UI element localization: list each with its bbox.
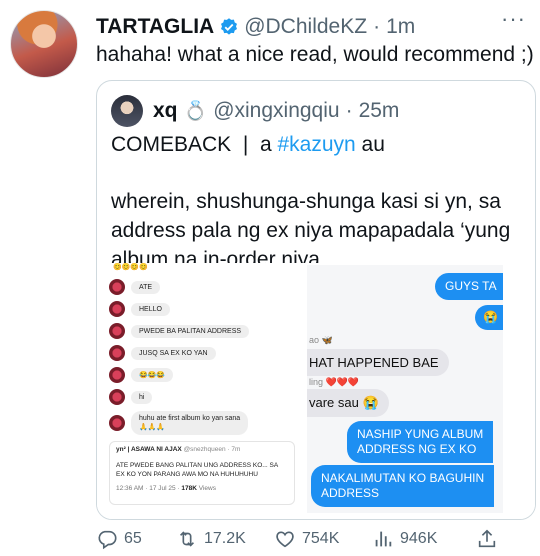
chat-bubble: HELLO <box>131 302 170 316</box>
chat-screenshot-left[interactable]: 😊😊😊😊 ATE HELLO PWEDE BA PALITAN ADDRESS … <box>105 263 301 513</box>
tweet-time[interactable]: 1m <box>386 15 415 39</box>
retweet-count: 17.2K <box>204 530 246 547</box>
title-prefix: COMEBACK | a <box>111 133 278 156</box>
reply-count: 65 <box>124 530 142 547</box>
embedded-author-name: yn² | ASAWA NI AJAX <box>116 446 182 453</box>
chat-message: 😂😂😂 <box>109 367 174 383</box>
chat-bubble: JUSQ SA EX KO YAN <box>131 346 216 360</box>
chat-bubble: PWEDE BA PALITAN ADDRESS <box>131 324 250 338</box>
chat-message: ATE <box>109 279 161 295</box>
quoted-tweet[interactable]: xq 💍 @xingxingqiu · 25m COMEBACK | a #ka… <box>96 80 536 520</box>
sender-label: ling ❤️❤️❤️ <box>309 377 360 387</box>
separator-dot: · <box>373 15 381 38</box>
views-count: 946K <box>400 530 438 547</box>
author-name[interactable]: TARTAGLIA <box>96 15 214 39</box>
tweet-text: hahaha! what a nice read, would recommen… <box>96 43 534 66</box>
chat-message: HELLO <box>109 301 170 317</box>
share-icon <box>478 529 496 548</box>
heart-icon <box>276 531 294 548</box>
separator-dot: · <box>345 99 353 122</box>
chat-message: PWEDE BA PALITAN ADDRESS <box>109 323 250 339</box>
views-chart-icon <box>375 531 392 547</box>
embedded-tweet-card: yn² | ASAWA NI AJAX @snezhqueen · 7m ATE… <box>109 441 295 505</box>
quoted-tweet-media[interactable]: 😊😊😊😊 ATE HELLO PWEDE BA PALITAN ADDRESS … <box>97 263 535 519</box>
quoted-author-handle[interactable]: @xingxingqiu <box>213 99 339 123</box>
embedded-tweet-meta: 12:36 AM · 17 Jul 25 · 178K Views <box>116 485 288 492</box>
views-button[interactable]: 946K <box>372 528 476 550</box>
tweet-actions: 65 17.2K 754K 946K <box>96 526 536 552</box>
sender-avatar <box>109 323 125 339</box>
title-suffix: au <box>355 133 385 156</box>
chat-bubble: ATE <box>131 280 161 294</box>
embedded-tweet-text: ATE PWEDE BANG PALITAN UNG ADDRESS KO...… <box>116 462 278 478</box>
tweet: TARTAGLIA @DChildeKZ · 1m ··· hahaha! wh… <box>0 0 540 556</box>
embedded-views-label: Views <box>196 485 216 492</box>
quoted-tweet-title: COMEBACK | a #kazuyn au <box>111 131 385 159</box>
more-options-icon[interactable]: ··· <box>501 6 526 32</box>
chat-screenshot-right[interactable]: GUYS TA 😭 ao 🦋 HAT HAPPENED BAE ling ❤️❤… <box>307 265 503 513</box>
author-avatar[interactable] <box>10 10 78 78</box>
sender-avatar <box>109 279 125 295</box>
tweet-header: TARTAGLIA @DChildeKZ · 1m <box>96 14 530 40</box>
sender-avatar <box>109 389 125 405</box>
sender-avatar <box>109 415 125 431</box>
retweet-button[interactable]: 17.2K <box>176 528 274 550</box>
hashtag-link[interactable]: #kazuyn <box>278 133 356 156</box>
chat-bubble: hi <box>131 390 153 404</box>
chat-bubble-sent: NAKALIMUTAN KO BAGUHIN ADDRESS <box>311 465 495 507</box>
top-emojis: 😊😊😊😊 <box>113 264 148 271</box>
like-button[interactable]: 754K <box>274 528 372 550</box>
quoted-tweet-text: wherein, shushunga-shunga kasi si yn, sa… <box>111 190 511 271</box>
quoted-tweet-header: xq 💍 @xingxingqiu · 25m <box>111 95 400 127</box>
sender-avatar <box>109 301 125 317</box>
quoted-author-avatar[interactable] <box>111 95 143 127</box>
chat-bubble-sent: 😭 <box>475 305 503 330</box>
chat-bubble: 😂😂😂 <box>131 368 174 382</box>
like-count: 754K <box>302 530 340 547</box>
sender-avatar <box>109 345 125 361</box>
sender-label: ao 🦋 <box>309 335 333 345</box>
embedded-author-handle: @snezhqueen · 7m <box>183 446 241 453</box>
chat-bubble-sent: NASHIP YUNG ALBUM ADDRESS NG EX KO <box>347 421 494 463</box>
verified-badge-icon <box>221 18 238 35</box>
ring-emoji: 💍 <box>183 101 208 122</box>
chat-bubble-sent: GUYS TA <box>435 273 503 300</box>
reply-button[interactable]: 65 <box>96 528 176 550</box>
quoted-author-name[interactable]: xq <box>153 99 178 123</box>
share-button[interactable] <box>476 528 504 550</box>
chat-message: hi <box>109 389 153 405</box>
chat-message: JUSQ SA EX KO YAN <box>109 345 216 361</box>
sender-avatar <box>109 367 125 383</box>
chat-bubble-received: HAT HAPPENED BAE <box>307 349 449 376</box>
retweet-icon <box>179 531 195 547</box>
chat-bubble-received: vare sau 😭 <box>307 389 389 417</box>
embedded-views-count: 178K <box>181 485 197 492</box>
chat-bubble: huhu ate first album ko yan sana 🙏🙏🙏 <box>131 411 249 435</box>
author-handle[interactable]: @DChildeKZ <box>244 15 367 39</box>
quoted-tweet-time[interactable]: 25m <box>359 99 400 123</box>
embedded-tweet-date: 12:36 AM · 17 Jul 25 · <box>116 485 182 492</box>
reply-icon <box>98 530 117 550</box>
chat-message: huhu ate first album ko yan sana 🙏🙏🙏 <box>109 411 249 435</box>
